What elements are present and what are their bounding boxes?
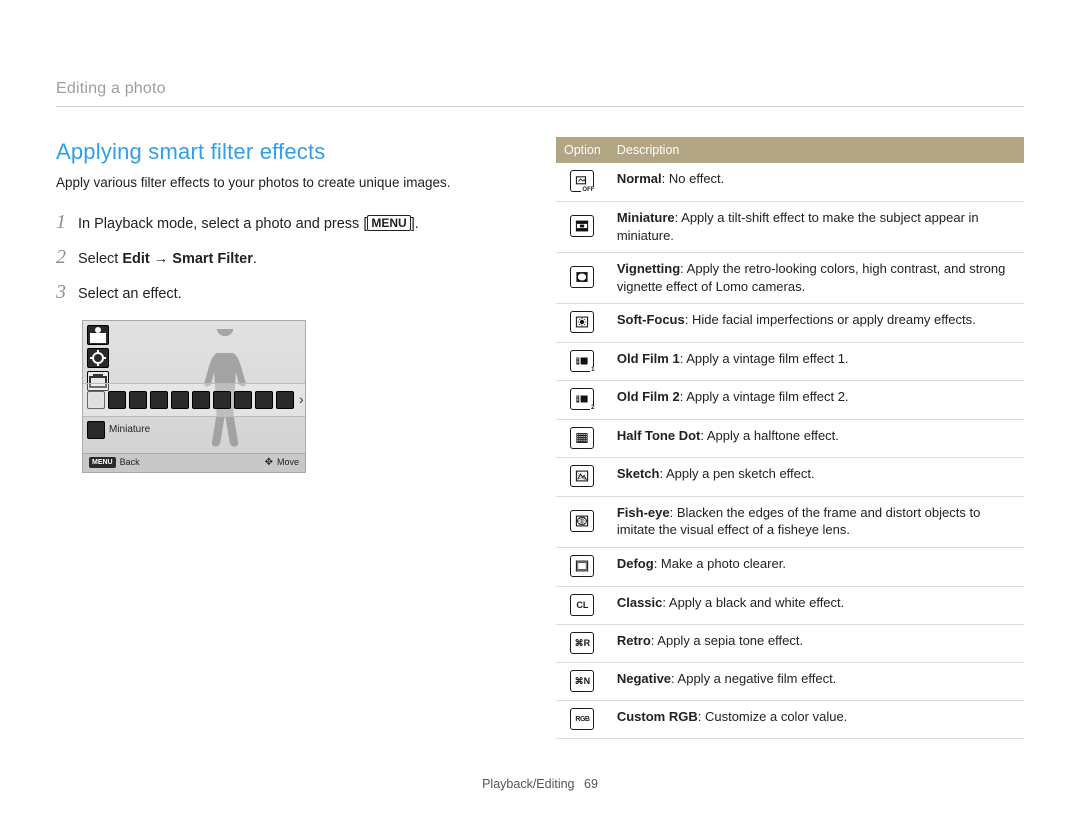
breadcrumb: Editing a photo (56, 78, 1024, 107)
option-row: ⌘R Retro: Apply a sepia tone effect. (556, 624, 1024, 662)
filter-thumb-selected (87, 391, 105, 409)
option-description: Old Film 2: Apply a vintage film effect … (609, 381, 1024, 420)
option-description: Retro: Apply a sepia tone effect. (609, 624, 1024, 662)
option-description: Fish-eye: Blacken the edges of the frame… (609, 496, 1024, 547)
option-row: OFF Normal: No effect. (556, 163, 1024, 201)
menu-chip-icon: MENU (89, 457, 116, 468)
option-row: ⌘N Negative: Apply a negative film effect… (556, 662, 1024, 700)
section-title: Applying smart filter effects (56, 137, 516, 167)
option-description: Old Film 1: Apply a vintage film effect … (609, 342, 1024, 381)
filter-thumb (276, 391, 294, 409)
step-number: 1 (56, 209, 78, 236)
footer-move-label: Move (277, 456, 299, 468)
option-name: Half Tone Dot (617, 428, 701, 443)
filter-thumb (255, 391, 273, 409)
option-description: Vignetting: Apply the retro-looking colo… (609, 253, 1024, 304)
option-row: Vignetting: Apply the retro-looking colo… (556, 253, 1024, 304)
fisheye-icon (570, 510, 594, 532)
option-row: Half Tone Dot: Apply a halftone effect. (556, 419, 1024, 458)
option-row: RGB Custom RGB: Customize a color value. (556, 700, 1024, 739)
move-icon: ✥ (265, 456, 273, 470)
halftone-icon (570, 427, 594, 449)
retro-icon: ⌘R (570, 632, 594, 654)
options-table-header: Option Description (556, 137, 1024, 164)
option-name: Vignetting (617, 261, 680, 276)
vignetting-icon (570, 266, 594, 288)
step-2-bold: Edit → Smart Filter (122, 251, 253, 267)
step-1-text-pre: In Playback mode, select a photo and pre… (78, 216, 367, 232)
step-number: 2 (56, 244, 78, 271)
option-row: Miniature: Apply a tilt-shift effect to … (556, 202, 1024, 253)
rgb-icon: RGB (570, 708, 594, 730)
screen-side-button (87, 348, 109, 368)
selected-filter-label: Miniature (109, 423, 150, 437)
option-row: Soft-Focus: Hide facial imperfections or… (556, 304, 1024, 343)
step-1-text-post: ]. (411, 216, 419, 232)
option-name: Normal (617, 171, 662, 186)
sketch-icon (570, 465, 594, 487)
filter-thumb (150, 391, 168, 409)
filter-thumb (171, 391, 189, 409)
option-name: Fish-eye (617, 505, 670, 520)
option-description: Normal: No effect. (609, 163, 1024, 201)
header-option: Option (556, 137, 609, 164)
soft-focus-icon (570, 311, 594, 333)
option-row: 2 Old Film 2: Apply a vintage film effect… (556, 381, 1024, 420)
old-film-1-icon: 1 (570, 350, 594, 372)
footer-section: Playback/Editing (482, 777, 574, 791)
section-intro: Apply various filter effects to your pho… (56, 174, 516, 192)
option-row: CL Classic: Apply a black and white effec… (556, 586, 1024, 624)
steps-list: 1 In Playback mode, select a photo and p… (56, 209, 516, 306)
filter-thumb (129, 391, 147, 409)
normal-off-icon: OFF (570, 170, 594, 192)
filter-thumb (213, 391, 231, 409)
filter-thumb (234, 391, 252, 409)
option-description: Negative: Apply a negative film effect. (609, 662, 1024, 700)
option-description: Half Tone Dot: Apply a halftone effect. (609, 419, 1024, 458)
option-row: Fish-eye: Blacken the edges of the frame… (556, 496, 1024, 547)
defog-icon (570, 555, 594, 577)
option-description: Soft-Focus: Hide facial imperfections or… (609, 304, 1024, 343)
step-3-text: Select an effect. (78, 285, 182, 305)
option-name: Defog (617, 556, 654, 571)
filter-thumb (192, 391, 210, 409)
option-name: Old Film 1 (617, 351, 680, 366)
filter-thumb (108, 391, 126, 409)
camera-screen-illustration: › Miniature MENU Back ✥ Move (82, 320, 306, 473)
option-row: Defog: Make a photo clearer. (556, 548, 1024, 587)
option-description: Defog: Make a photo clearer. (609, 548, 1024, 587)
old-film-2-icon: 2 (570, 388, 594, 410)
options-table: Option Description OFF Normal: No effect.… (556, 137, 1024, 740)
selected-filter-icon (87, 421, 105, 439)
footer-page-number: 69 (584, 777, 598, 791)
option-name: Old Film 2 (617, 389, 680, 404)
option-description: Miniature: Apply a tilt-shift effect to … (609, 202, 1024, 253)
option-name: Custom RGB (617, 709, 698, 724)
negative-icon: ⌘N (570, 670, 594, 692)
option-name: Sketch (617, 466, 660, 481)
step-2-text-post: . (253, 251, 257, 267)
option-description: Sketch: Apply a pen sketch effect. (609, 458, 1024, 497)
option-row: Sketch: Apply a pen sketch effect. (556, 458, 1024, 497)
option-row: 1 Old Film 1: Apply a vintage film effect… (556, 342, 1024, 381)
menu-key-icon: MENU (367, 215, 410, 231)
step-2-text-pre: Select (78, 251, 122, 267)
filter-icon-row: › (83, 383, 305, 417)
more-icon: › (299, 390, 304, 409)
step-number: 3 (56, 279, 78, 306)
miniature-icon (570, 215, 594, 237)
option-name: Classic (617, 595, 663, 610)
option-description: Custom RGB: Customize a color value. (609, 700, 1024, 739)
option-name: Miniature (617, 210, 675, 225)
page-footer: Playback/Editing 69 (0, 776, 1080, 793)
classic-icon: CL (570, 594, 594, 616)
option-name: Soft-Focus (617, 312, 685, 327)
header-description: Description (609, 137, 1024, 164)
option-description: Classic: Apply a black and white effect. (609, 586, 1024, 624)
footer-back-label: Back (120, 456, 140, 468)
screen-side-button (87, 325, 109, 345)
option-name: Retro (617, 633, 651, 648)
option-name: Negative (617, 671, 671, 686)
